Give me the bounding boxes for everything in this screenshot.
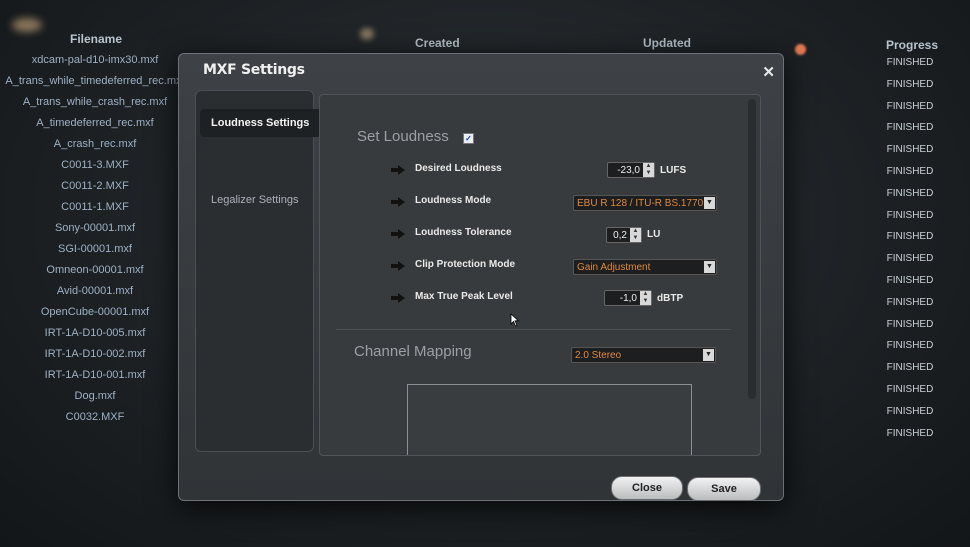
loudness-mode-value: EBU R 128 / ITU-R BS.1770 [577,198,704,209]
file-list-item[interactable]: C0011-3.MXF [0,155,190,176]
file-table-header: Filename Created Updated Progress [0,30,970,52]
loudness-tolerance-label: Loudness Tolerance [415,227,512,238]
stepper-arrows[interactable]: ▲ ▼ [640,291,651,305]
chevron-down-icon[interactable]: ▼ [703,349,714,361]
section-divider [336,329,731,330]
progress-status: FINISHED [886,231,934,243]
panel-scrollbar[interactable] [748,99,756,399]
max-true-peak-value: -1,0 [619,293,637,304]
desired-loudness-value: -23,0 [617,165,640,176]
col-filename[interactable]: Filename [70,32,122,46]
stepper-arrows[interactable]: ▲ ▼ [643,163,654,177]
file-list-item[interactable]: Dog.mxf [0,386,190,407]
settings-sidebar: Loudness Settings Legalizer Settings [195,90,325,452]
desired-loudness-label: Desired Loudness [415,163,502,174]
loudness-mode-select[interactable]: EBU R 128 / ITU-R BS.1770 ▼ [573,195,717,211]
stepper-arrows[interactable]: ▲ ▼ [630,228,641,242]
file-list-item[interactable]: A_trans_while_crash_rec.mxf [0,92,190,113]
col-updated[interactable]: Updated [643,36,691,50]
file-list-item[interactable]: Sony-00001.mxf [0,218,190,239]
arrow-icon [391,197,405,207]
progress-status: FINISHED [886,165,934,177]
arrow-icon [391,229,405,239]
progress-status: FINISHED [886,209,934,221]
mxf-settings-dialog: MXF Settings ✕ Loudness Settings Legaliz… [178,53,784,501]
settings-panel: Set Loudness ✓ Desired Loudness -23,0 ▲ ▼… [319,94,761,456]
progress-status: FINISHED [886,78,934,90]
channel-mapping-value: 2.0 Stereo [575,350,622,361]
file-list-item[interactable]: OpenCube-00001.mxf [0,302,190,323]
progress-status: FINISHED [886,274,934,286]
progress-status: FINISHED [886,427,934,439]
clip-protection-value: Gain Adjustment [577,262,651,273]
progress-status: FINISHED [886,383,934,395]
progress-status: FINISHED [886,57,934,68]
loudness-tolerance-stepper[interactable]: 0,2 ▲ ▼ [606,227,642,243]
max-true-peak-label: Max True Peak Level [415,291,513,302]
file-list-item[interactable]: xdcam-pal-d10-imx30.mxf [0,50,190,71]
max-true-peak-unit: dBTP [657,293,684,304]
file-list-item[interactable]: C0011-1.MXF [0,197,190,218]
set-loudness-checkbox[interactable]: ✓ [463,133,474,144]
progress-status: FINISHED [886,318,934,330]
file-list-item[interactable]: IRT-1A-D10-005.mxf [0,323,190,344]
file-list-item[interactable]: Avid-00001.mxf [0,281,190,302]
dialog-title: MXF Settings [203,62,305,78]
progress-status: FINISHED [886,296,934,308]
file-list-item[interactable]: A_timedeferred_rec.mxf [0,113,190,134]
progress-list: FINISHED FINISHED FINISHED FINISHED FINISHED… [870,52,950,444]
arrow-icon [391,293,405,303]
file-list-item[interactable]: Omneon-00001.mxf [0,260,190,281]
channel-mapping-title: Channel Mapping [354,343,472,360]
progress-status: FINISHED [886,122,934,134]
file-list-item[interactable]: IRT-1A-D10-001.mxf [0,365,190,386]
col-progress[interactable]: Progress [886,38,938,52]
clip-protection-label: Clip Protection Mode [415,259,515,270]
desired-loudness-stepper[interactable]: -23,0 ▲ ▼ [607,162,655,178]
arrow-icon [391,261,405,271]
file-list: xdcam-pal-d10-imx30.mxf A_trans_while_tim… [0,50,190,428]
file-list-item[interactable]: IRT-1A-D10-002.mxf [0,344,190,365]
progress-status: FINISHED [886,100,934,112]
chevron-down-icon[interactable]: ▼ [704,261,715,273]
arrow-icon [391,165,405,175]
max-true-peak-stepper[interactable]: -1,0 ▲ ▼ [604,290,652,306]
file-list-item[interactable]: SGI-00001.mxf [0,239,190,260]
clip-protection-select[interactable]: Gain Adjustment ▼ [573,259,717,275]
loudness-mode-label: Loudness Mode [415,195,492,206]
tab-legalizer-settings[interactable]: Legalizer Settings [211,194,298,206]
file-list-item[interactable]: A_trans_while_timedeferred_rec.mxf [0,71,190,92]
progress-status: FINISHED [886,362,934,374]
loudness-tolerance-value: 0,2 [613,230,627,241]
progress-status: FINISHED [886,253,934,265]
channel-mapping-select[interactable]: 2.0 Stereo ▼ [571,347,716,363]
progress-status: FINISHED [886,187,934,199]
close-button[interactable]: Close [611,476,683,500]
mouse-cursor-icon [510,313,520,327]
close-icon[interactable]: ✕ [762,63,775,81]
file-list-item[interactable]: C0032.MXF [0,407,190,428]
progress-status: FINISHED [886,144,934,156]
file-list-item[interactable]: C0011-2.MXF [0,176,190,197]
col-created[interactable]: Created [415,36,460,50]
file-list-item[interactable]: A_crash_rec.mxf [0,134,190,155]
loudness-tolerance-unit: LU [647,229,661,240]
chevron-down-icon[interactable]: ▼ [704,197,715,209]
save-button[interactable]: Save [687,477,761,501]
channel-mapping-area[interactable] [407,384,692,455]
tab-loudness-settings[interactable]: Loudness Settings [200,109,325,137]
progress-status: FINISHED [886,405,934,417]
set-loudness-title: Set Loudness [357,128,449,145]
progress-status: FINISHED [886,340,934,352]
desired-loudness-unit: LUFS [660,165,687,176]
